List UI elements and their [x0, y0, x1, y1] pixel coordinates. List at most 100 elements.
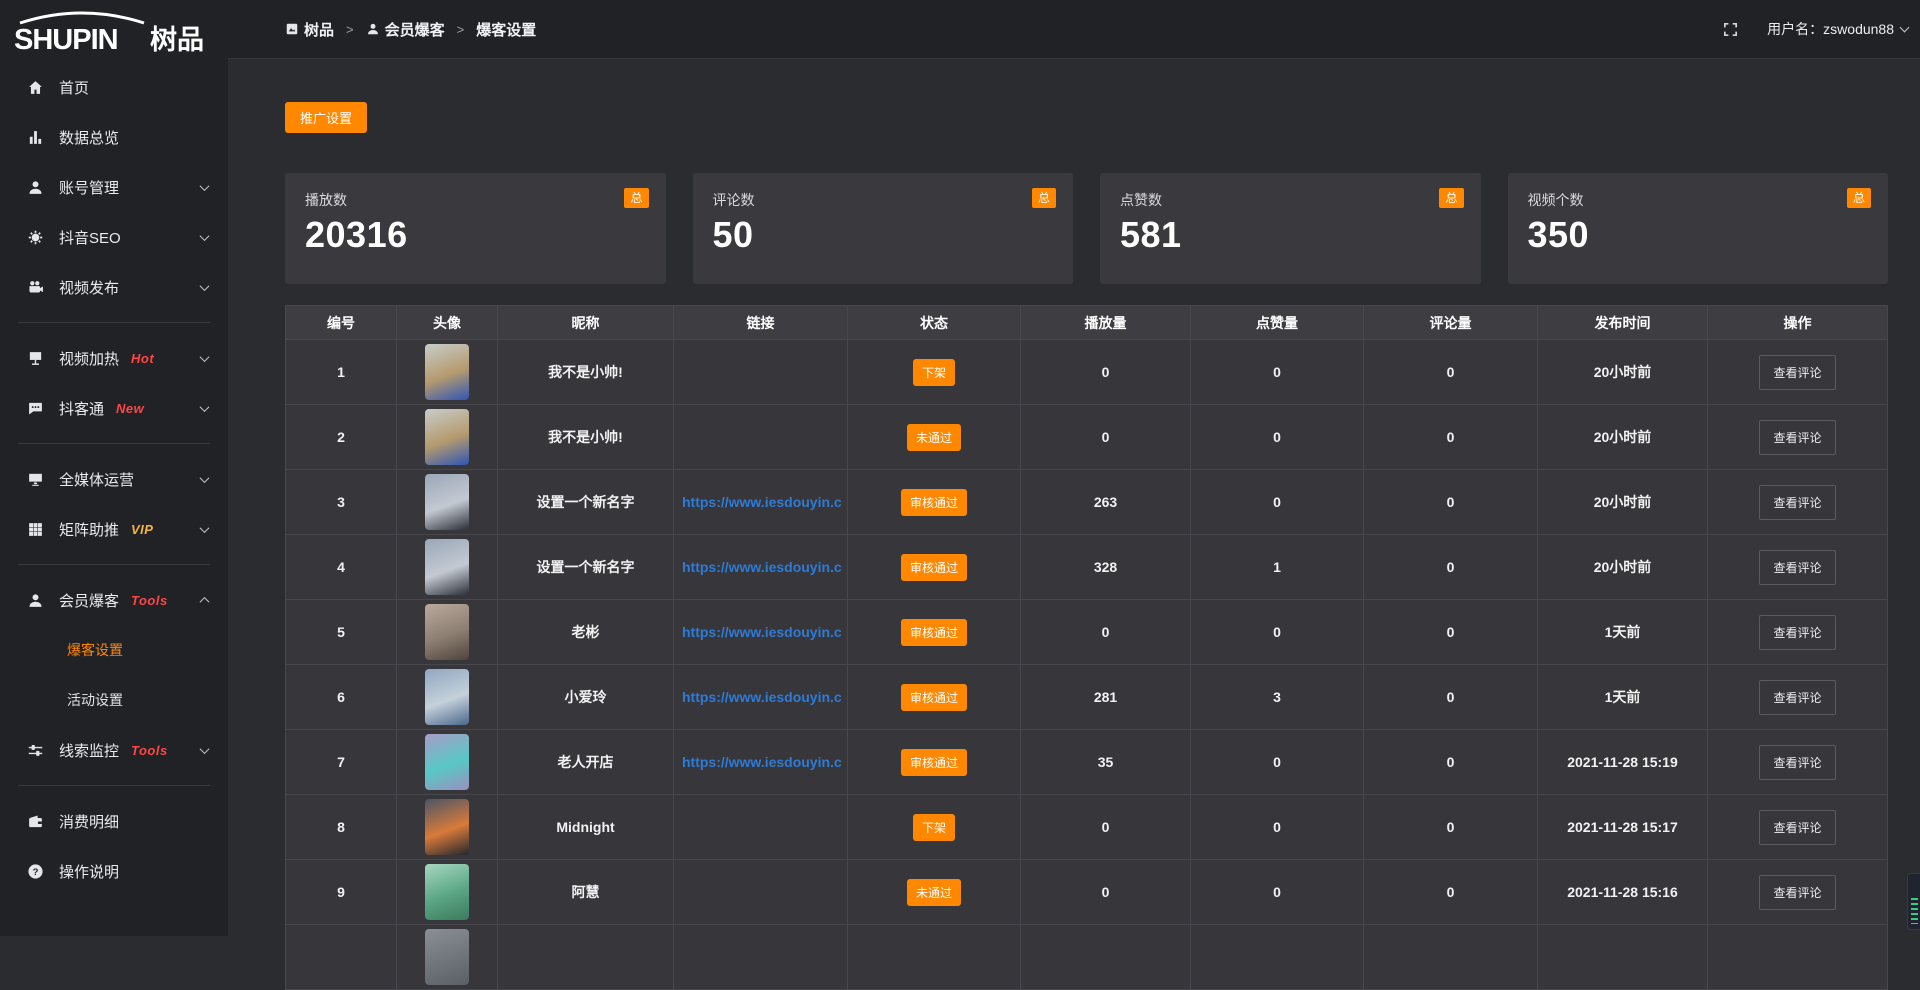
- sidebar-item[interactable]: 全媒体运营: [0, 454, 228, 504]
- nickname: 我不是小帅!: [498, 405, 674, 470]
- promotion-settings-button[interactable]: 推广设置: [285, 102, 367, 133]
- publish-time: 2021-11-28 15:16: [1538, 860, 1708, 925]
- view-comments-button[interactable]: 查看评论: [1759, 875, 1835, 910]
- view-comments-button[interactable]: 查看评论: [1759, 810, 1835, 845]
- sidebar-item[interactable]: 矩阵助推 VIP: [0, 504, 228, 554]
- sidebar-item-label: 矩阵助推: [59, 519, 119, 540]
- nickname: 我不是小帅!: [498, 340, 674, 405]
- nickname: 阿慧: [498, 860, 674, 925]
- table-row: [286, 925, 1887, 990]
- breadcrumb-separator: >: [457, 22, 465, 37]
- avatar[interactable]: [425, 604, 469, 660]
- view-comments-button[interactable]: 查看评论: [1759, 355, 1835, 390]
- publish-time: 2021-11-28 15:17: [1538, 795, 1708, 860]
- profile-link[interactable]: https://www.iesdouyin.c: [682, 754, 842, 770]
- sidebar-divider: [18, 785, 210, 786]
- user-icon: [26, 591, 44, 609]
- table-row: 2 我不是小帅! 未通过 0 0 0 20小时前 查看评论: [286, 405, 1887, 470]
- stat-card-value: 350: [1528, 214, 1869, 256]
- table-row: 6 小爱玲 https://www.iesdouyin.c 审核通过 281 3…: [286, 665, 1887, 730]
- avatar[interactable]: [425, 799, 469, 855]
- publish-time: 1天前: [1538, 665, 1708, 730]
- sidebar-item[interactable]: 消费明细: [0, 796, 228, 846]
- sidebar-item[interactable]: 账号管理: [0, 162, 228, 212]
- fullscreen-icon[interactable]: [1722, 21, 1739, 38]
- sidebar-item[interactable]: ? 操作说明: [0, 846, 228, 896]
- stat-card: 点赞数 581 总: [1100, 173, 1481, 284]
- plays-count: 0: [1021, 405, 1191, 470]
- sidebar-item-label: 首页: [59, 77, 89, 98]
- avatar[interactable]: [425, 669, 469, 725]
- sidebar-item[interactable]: 视频发布: [0, 262, 228, 312]
- avatar[interactable]: [425, 474, 469, 530]
- breadcrumb-item[interactable]: 爆客设置: [476, 19, 536, 40]
- status-badge: 审核通过: [901, 554, 967, 581]
- table-row: 9 阿慧 未通过 0 0 0 2021-11-28 15:16 查看评论: [286, 860, 1887, 925]
- likes-count: 0: [1191, 405, 1364, 470]
- view-comments-button[interactable]: 查看评论: [1759, 550, 1835, 585]
- plays-count: 0: [1021, 600, 1191, 665]
- chevron-down-icon: [200, 744, 210, 754]
- likes-count: 0: [1191, 730, 1364, 795]
- plays-count: 281: [1021, 665, 1191, 730]
- sidebar-item[interactable]: 线索监控 Tools: [0, 725, 228, 775]
- status-badge: 未通过: [907, 879, 961, 906]
- view-comments-button[interactable]: 查看评论: [1759, 680, 1835, 715]
- avatar[interactable]: [425, 929, 469, 985]
- avatar[interactable]: [425, 864, 469, 920]
- profile-link[interactable]: https://www.iesdouyin.c: [682, 559, 842, 575]
- sidebar-subitem[interactable]: 爆客设置: [0, 625, 228, 675]
- view-comments-button[interactable]: 查看评论: [1759, 615, 1835, 650]
- breadcrumb-item[interactable]: 树品: [285, 19, 334, 40]
- sidebar-item[interactable]: 视频加热 Hot: [0, 333, 228, 383]
- table-header-cell: 评论量: [1364, 306, 1538, 340]
- sidebar-item[interactable]: 抖音SEO: [0, 212, 228, 262]
- profile-link[interactable]: https://www.iesdouyin.c: [682, 689, 842, 705]
- brand-text-cn: 树品: [150, 25, 204, 55]
- row-id: 7: [286, 730, 397, 795]
- sidebar-item[interactable]: 数据总览: [0, 112, 228, 162]
- table-header-cell: 昵称: [498, 306, 674, 340]
- sidebar-item[interactable]: 首页: [0, 62, 228, 112]
- stat-card-value: 50: [713, 214, 1054, 256]
- topbar: 树品 > 会员爆客 > 爆客设置 用户名：zswodun88: [228, 0, 1920, 59]
- grid-icon: [26, 520, 44, 538]
- profile-link[interactable]: https://www.iesdouyin.c: [682, 624, 842, 640]
- avatar[interactable]: [425, 539, 469, 595]
- table-header-cell: 操作: [1708, 306, 1887, 340]
- user-icon: [26, 178, 44, 196]
- sidebar-subitem[interactable]: 活动设置: [0, 675, 228, 725]
- sidebar-item-label: 操作说明: [59, 861, 119, 882]
- comments-count: 0: [1364, 470, 1538, 535]
- status-badge: 下架: [913, 814, 955, 841]
- comments-count: 0: [1364, 405, 1538, 470]
- stat-cards: 播放数 20316 总 评论数 50 总 点赞数 581 总 视频个数 350 …: [285, 173, 1888, 284]
- brand-logo[interactable]: SHUPIN 树品: [0, 0, 228, 62]
- row-id: 9: [286, 860, 397, 925]
- user-menu[interactable]: 用户名：zswodun88: [1767, 19, 1908, 39]
- row-id: [286, 925, 397, 990]
- table-header-cell: 头像: [397, 306, 498, 340]
- profile-link[interactable]: https://www.iesdouyin.c: [682, 494, 842, 510]
- row-id: 2: [286, 405, 397, 470]
- main-content: 推广设置 播放数 20316 总 评论数 50 总 点赞数 581 总 视频个数…: [285, 59, 1888, 990]
- view-comments-button[interactable]: 查看评论: [1759, 485, 1835, 520]
- sidebar-item-label: 视频发布: [59, 277, 119, 298]
- stat-card-title: 点赞数: [1120, 190, 1461, 210]
- sidebar-item[interactable]: 会员爆客 Tools: [0, 575, 228, 625]
- view-comments-button[interactable]: 查看评论: [1759, 420, 1835, 455]
- avatar[interactable]: [425, 734, 469, 790]
- sidebar-item[interactable]: 抖客通 New: [0, 383, 228, 433]
- nickname: [498, 925, 674, 990]
- avatar[interactable]: [425, 409, 469, 465]
- floating-widget[interactable]: [1907, 873, 1920, 930]
- nickname: 设置一个新名字: [498, 535, 674, 600]
- table-header-cell: 播放量: [1021, 306, 1191, 340]
- table-header: 编号头像昵称链接状态播放量点赞量评论量发布时间操作: [286, 306, 1887, 340]
- display-icon: [26, 349, 44, 367]
- likes-count: 0: [1191, 340, 1364, 405]
- view-comments-button[interactable]: 查看评论: [1759, 745, 1835, 780]
- likes-count: 0: [1191, 795, 1364, 860]
- avatar[interactable]: [425, 344, 469, 400]
- breadcrumb-item[interactable]: 会员爆客: [366, 19, 445, 40]
